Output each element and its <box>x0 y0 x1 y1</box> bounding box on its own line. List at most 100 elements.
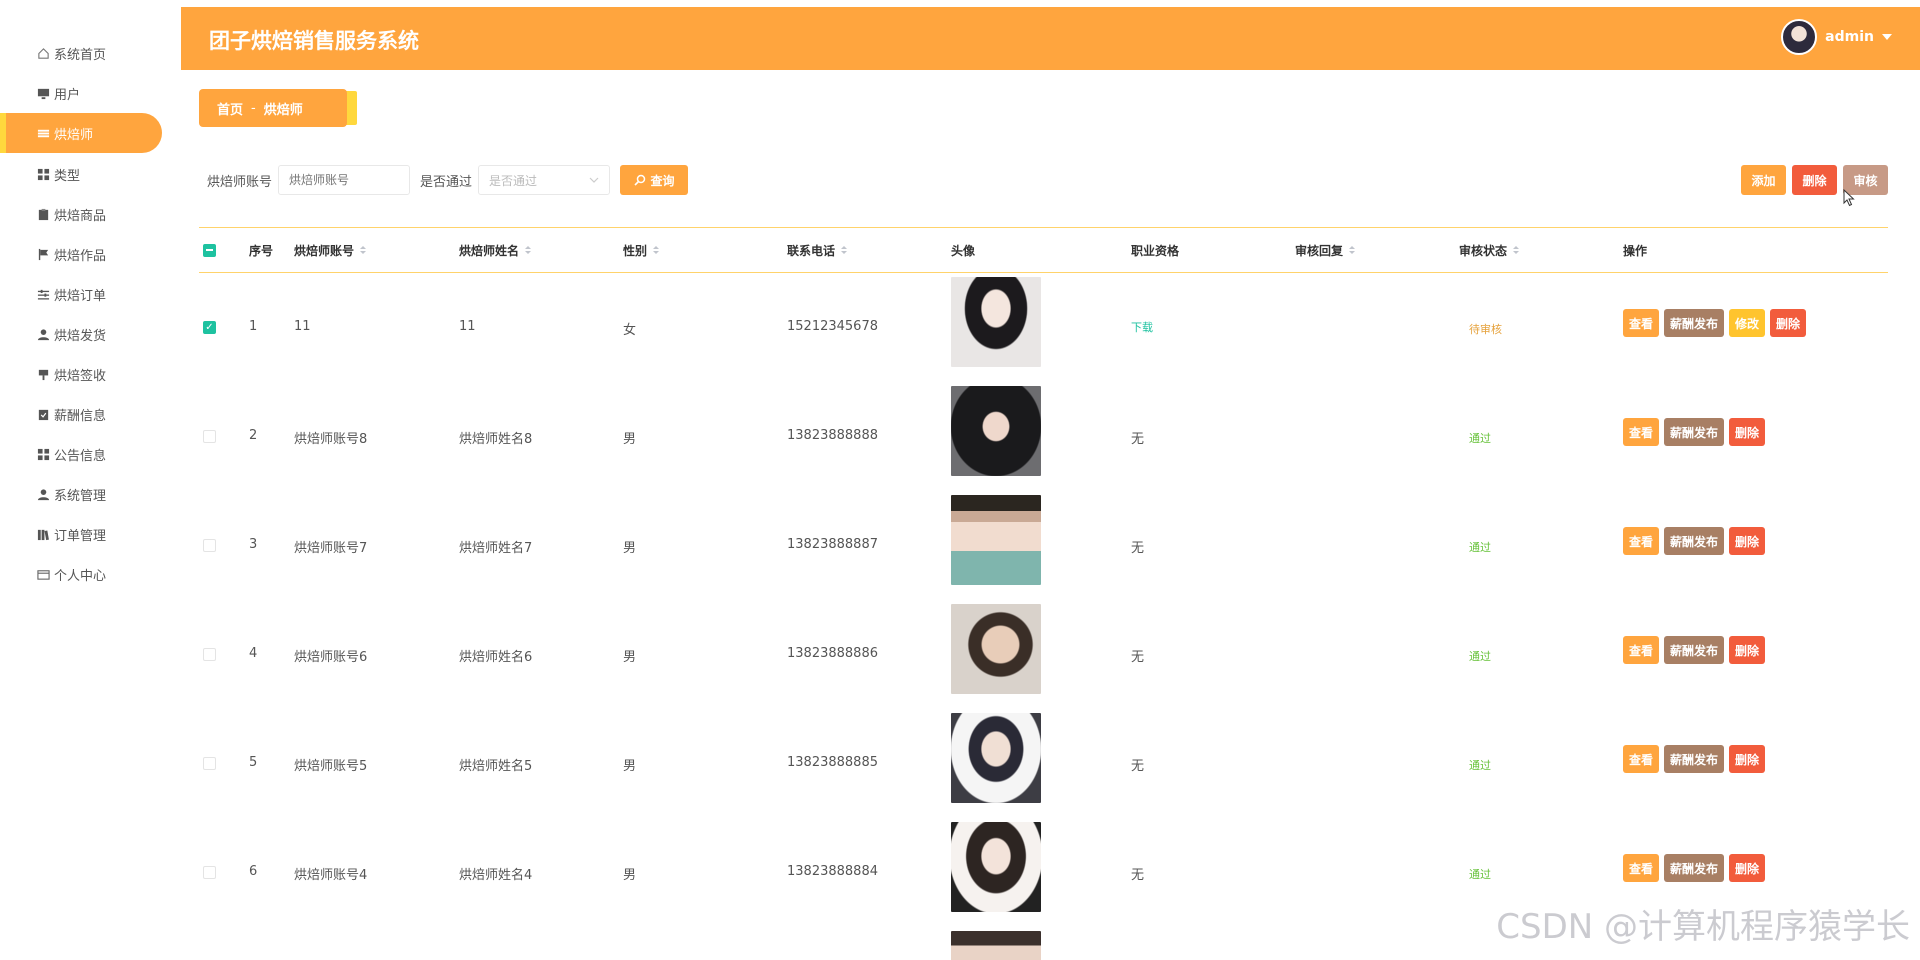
sidebar: 系统首页 用户 烘焙师 类型 烘焙商品 烘焙作品 烘焙订单 烘焙发货 烘焙签收 … <box>0 7 180 960</box>
col-status[interactable]: 审核状态 <box>1459 242 1520 259</box>
view-button[interactable]: 查看 <box>1623 527 1660 555</box>
col-no: 序号 <box>249 243 274 258</box>
sidebar-item-product[interactable]: 烘焙商品 <box>6 194 162 234</box>
view-button[interactable]: 查看 <box>1623 636 1660 664</box>
row-actions: 查看 薪酬发布 删除 <box>1623 418 1766 446</box>
sidebar-item-label: 用户 <box>54 87 81 103</box>
sidebar-item-baker[interactable]: 烘焙师 <box>0 113 162 153</box>
query-button[interactable]: 查询 <box>620 165 689 195</box>
delete-button[interactable]: 删除 <box>1770 309 1807 337</box>
card-icon <box>36 567 50 581</box>
sidebar-item-type[interactable]: 类型 <box>6 154 162 194</box>
baker-table: 序号 烘焙师账号 烘焙师姓名 性别 联系电话 头像 职业资格 审核回复 审核状态… <box>199 227 1888 960</box>
col-actions: 操作 <box>1623 243 1648 258</box>
cell-gender: 男 <box>623 759 637 774</box>
sidebar-item-salary[interactable]: 薪酬信息 <box>6 394 162 434</box>
sidebar-item-receipt[interactable]: 烘焙签收 <box>6 354 162 394</box>
row-actions: 查看 薪酬发布 删除 <box>1623 854 1766 882</box>
check-clipboard-icon <box>36 407 50 421</box>
cell-phone: 13823888884 <box>787 864 878 879</box>
grid-icon <box>36 447 50 461</box>
sidebar-item-label: 个人中心 <box>54 568 107 584</box>
salary-publish-button[interactable]: 薪酬发布 <box>1664 309 1725 337</box>
sidebar-item-label: 系统管理 <box>54 488 107 504</box>
sidebar-item-orders[interactable]: 烘焙订单 <box>6 274 162 314</box>
row-checkbox[interactable]: ✓ <box>203 321 216 334</box>
sort-icon <box>653 246 660 254</box>
cell-qualification: 无 <box>1131 541 1145 556</box>
table-header: 序号 烘焙师账号 烘焙师姓名 性别 联系电话 头像 职业资格 审核回复 审核状态… <box>199 227 1888 273</box>
status-badge: 通过 <box>1469 868 1491 881</box>
edit-button[interactable]: 修改 <box>1729 309 1766 337</box>
row-checkbox[interactable] <box>203 648 216 661</box>
table-row: 5 烘焙师账号5 烘焙师姓名5 男 13823888885 无 通过 查看 薪酬… <box>199 709 1888 818</box>
cell-phone: 13823888888 <box>787 428 878 443</box>
user-menu[interactable]: admin <box>1781 19 1892 55</box>
salary-publish-button[interactable]: 薪酬发布 <box>1664 854 1725 882</box>
cell-qualification: 无 <box>1131 650 1145 665</box>
cell-gender: 男 <box>623 432 637 447</box>
user-icon <box>36 487 50 501</box>
salary-publish-button[interactable]: 薪酬发布 <box>1664 745 1725 773</box>
sidebar-item-user[interactable]: 用户 <box>6 73 162 113</box>
monitor-icon <box>36 86 50 100</box>
delete-button[interactable]: 删除 <box>1729 636 1766 664</box>
row-checkbox[interactable] <box>203 430 216 443</box>
cell-gender: 女 <box>623 323 637 338</box>
row-checkbox[interactable] <box>203 539 216 552</box>
table-row: 3 烘焙师账号7 烘焙师姓名7 男 13823888887 无 通过 查看 薪酬… <box>199 491 1888 600</box>
delete-button[interactable]: 删除 <box>1729 418 1766 446</box>
cell-photo[interactable] <box>951 931 1041 960</box>
select-all-checkbox[interactable] <box>203 243 216 257</box>
cell-gender: 男 <box>623 868 637 883</box>
col-gender[interactable]: 性别 <box>623 242 660 259</box>
cell-photo[interactable] <box>951 713 1041 803</box>
passed-select[interactable]: 是否通过 <box>478 165 611 195</box>
batch-delete-button[interactable]: 删除 <box>1792 165 1837 195</box>
row-actions: 查看 薪酬发布 修改 删除 <box>1623 309 1807 337</box>
salary-publish-button[interactable]: 薪酬发布 <box>1664 527 1725 555</box>
salary-publish-button[interactable]: 薪酬发布 <box>1664 636 1725 664</box>
sidebar-item-works[interactable]: 烘焙作品 <box>6 234 162 274</box>
view-button[interactable]: 查看 <box>1623 418 1660 446</box>
cell-account: 烘焙师账号5 <box>294 759 368 774</box>
sort-icon <box>1349 246 1356 254</box>
row-checkbox[interactable] <box>203 866 216 879</box>
col-account[interactable]: 烘焙师账号 <box>294 242 367 259</box>
add-button[interactable]: 添加 <box>1741 165 1786 195</box>
delete-button[interactable]: 删除 <box>1729 854 1766 882</box>
row-checkbox[interactable] <box>203 757 216 770</box>
col-name[interactable]: 烘焙师姓名 <box>459 242 532 259</box>
col-phone[interactable]: 联系电话 <box>787 242 848 259</box>
delete-button[interactable]: 删除 <box>1729 745 1766 773</box>
download-link[interactable]: 下载 <box>1131 319 1153 335</box>
sidebar-item-order-mgmt[interactable]: 订单管理 <box>6 514 162 554</box>
view-button[interactable]: 查看 <box>1623 745 1660 773</box>
cell-photo[interactable] <box>951 822 1041 912</box>
sidebar-item-notice[interactable]: 公告信息 <box>6 434 162 474</box>
cell-no: 4 <box>249 646 258 661</box>
cell-photo[interactable] <box>951 495 1041 585</box>
col-reply[interactable]: 审核回复 <box>1295 242 1356 259</box>
account-search-input[interactable] <box>278 165 411 195</box>
view-button[interactable]: 查看 <box>1623 854 1660 882</box>
books-icon <box>36 527 50 541</box>
cell-no: 2 <box>249 428 258 443</box>
delete-button[interactable]: 删除 <box>1729 527 1766 555</box>
cell-photo[interactable] <box>951 604 1041 694</box>
sidebar-item-profile[interactable]: 个人中心 <box>6 554 162 594</box>
query-button-label: 查询 <box>650 173 675 188</box>
sidebar-item-system[interactable]: 系统管理 <box>6 474 162 514</box>
row-actions: 查看 薪酬发布 删除 <box>1623 745 1766 773</box>
breadcrumb-separator: - <box>251 100 256 116</box>
view-button[interactable]: 查看 <box>1623 309 1660 337</box>
sliders-icon <box>36 287 50 301</box>
cell-account: 烘焙师账号8 <box>294 432 368 447</box>
cell-photo[interactable] <box>951 277 1041 367</box>
sidebar-item-home[interactable]: 系统首页 <box>6 33 162 73</box>
cell-photo[interactable] <box>951 386 1041 476</box>
col-reply-label: 审核回复 <box>1295 243 1344 258</box>
sidebar-item-shipping[interactable]: 烘焙发货 <box>6 314 162 354</box>
breadcrumb-home[interactable]: 首页 <box>217 99 243 118</box>
salary-publish-button[interactable]: 薪酬发布 <box>1664 418 1725 446</box>
